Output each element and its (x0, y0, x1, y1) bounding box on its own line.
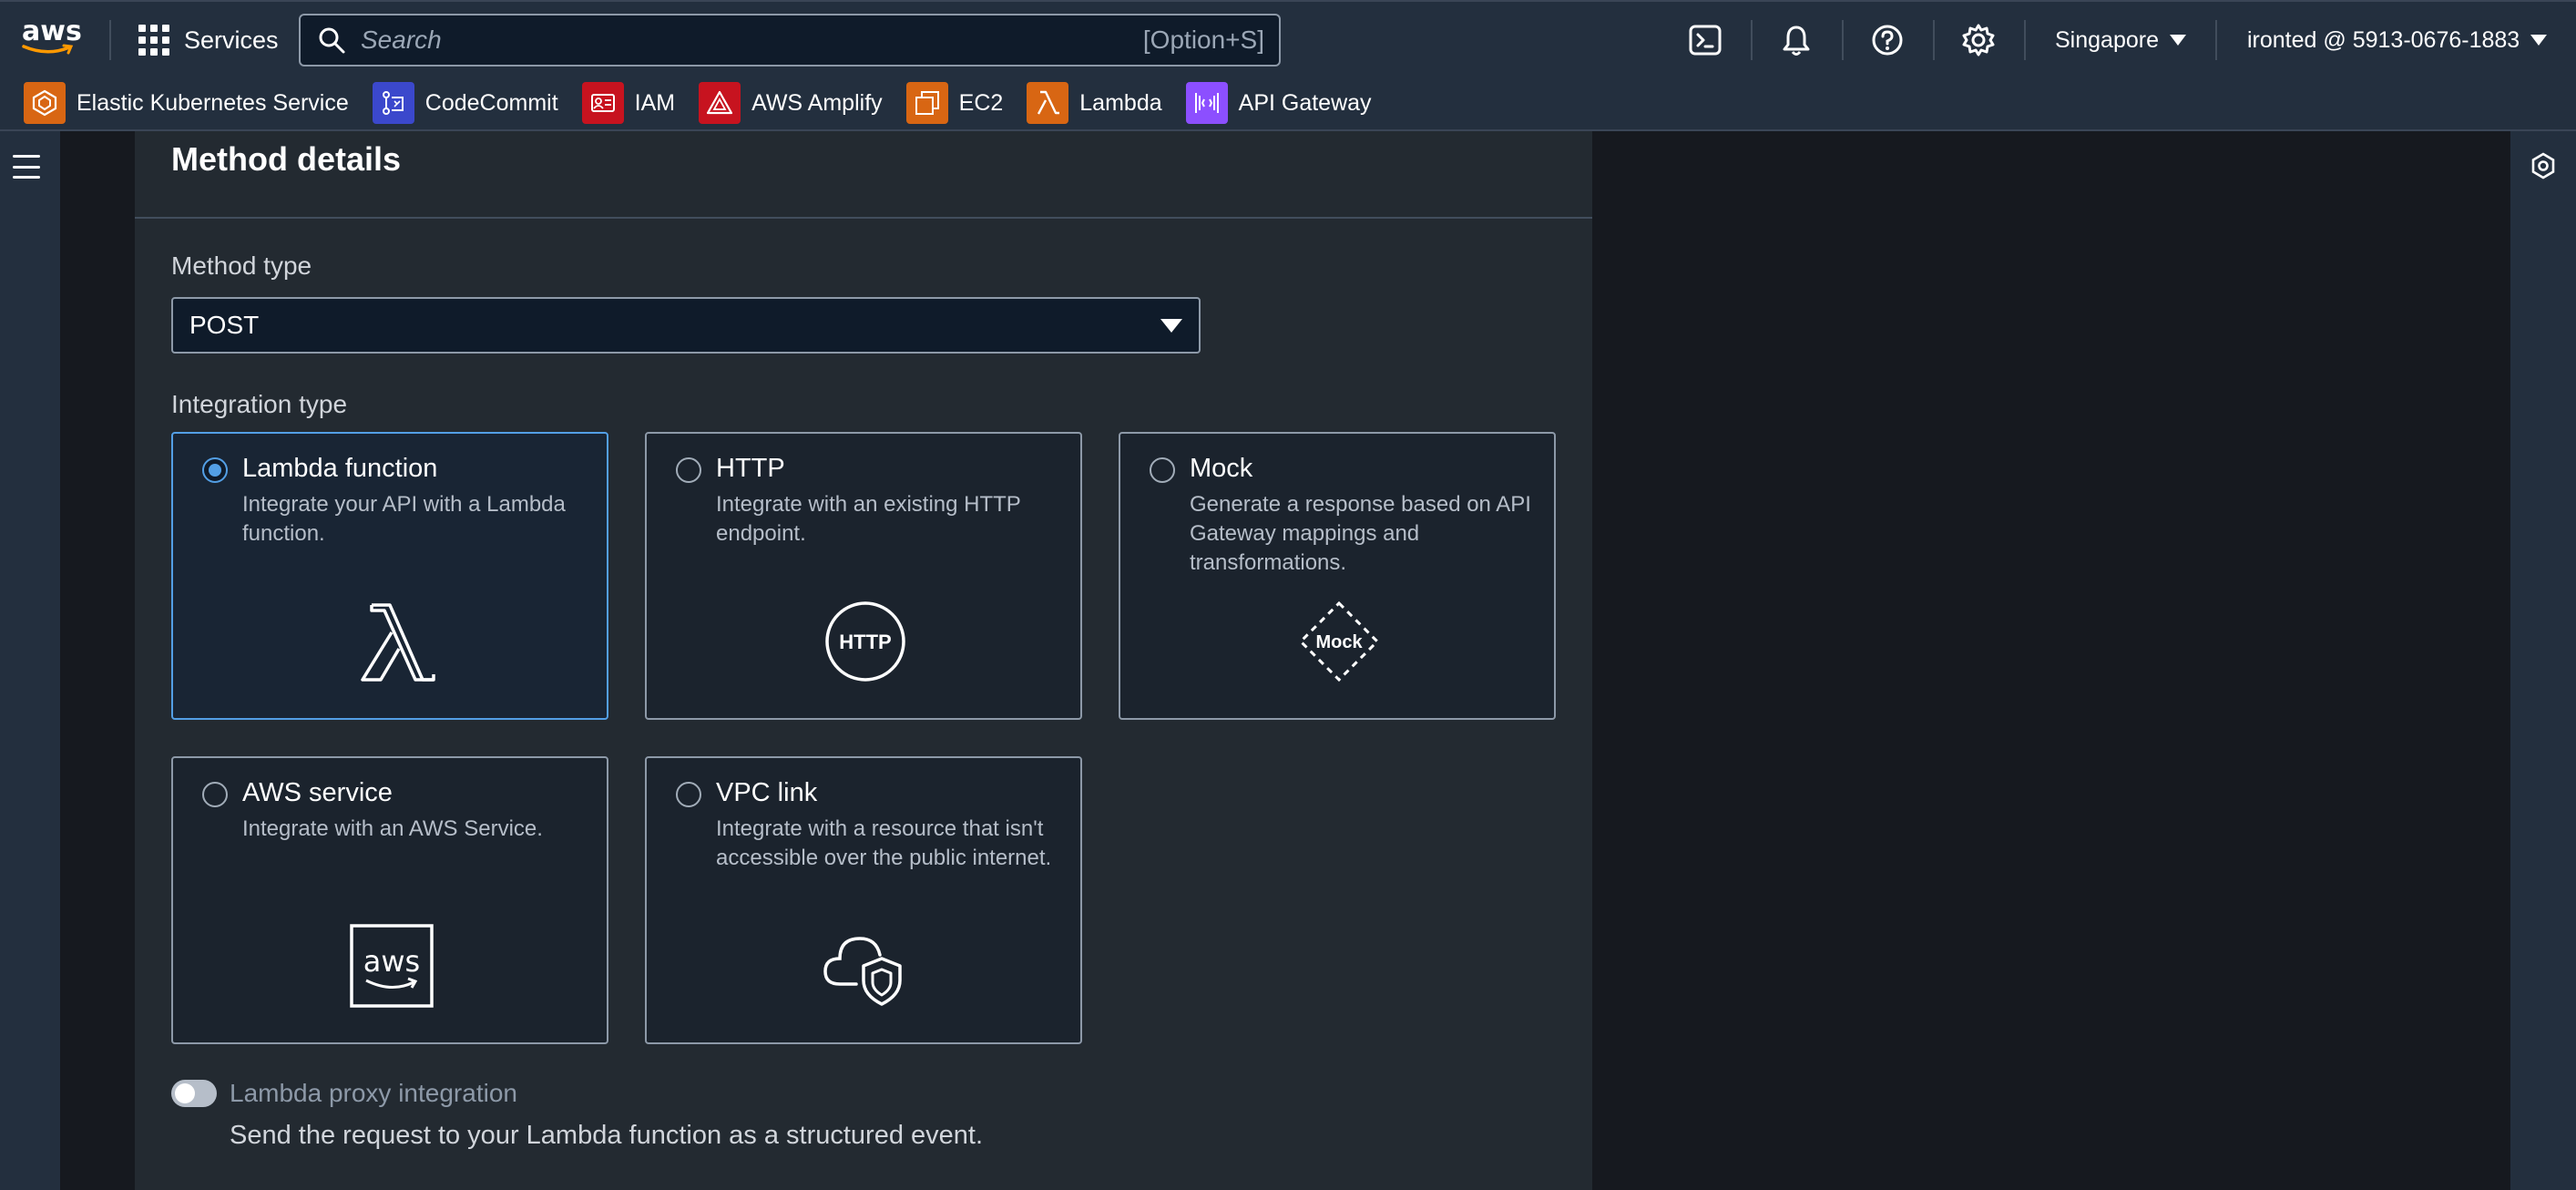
radio-button[interactable] (202, 782, 228, 807)
panel-header: Method details (135, 131, 1592, 219)
favorite-eks[interactable]: Elastic Kubernetes Service (24, 82, 349, 124)
integration-option-mock[interactable]: Mock Generate a response based on API Ga… (1119, 432, 1556, 720)
iam-icon (581, 82, 624, 124)
nav-divider (2215, 20, 2217, 60)
favorite-amplify[interactable]: AWS Amplify (699, 82, 883, 124)
ec2-icon (905, 82, 948, 124)
http-icon-text: HTTP (839, 631, 891, 653)
favorite-ec2[interactable]: EC2 (905, 82, 1004, 124)
cloudshell-icon[interactable] (1687, 22, 1723, 58)
radio-button[interactable] (1150, 457, 1175, 483)
lambda-proxy-toggle[interactable] (171, 1080, 217, 1107)
aws-logo[interactable]: aws (22, 15, 82, 62)
region-selector[interactable]: Singapore (2055, 22, 2186, 58)
lambda-proxy-label: Lambda proxy integration (230, 1079, 517, 1107)
integration-option-vpc-link[interactable]: VPC link Integrate with a resource that … (645, 756, 1082, 1044)
api-gateway-icon (1185, 82, 1228, 124)
method-type-value: POST (189, 311, 260, 339)
method-details-panel: Method details Method type POST Integrat… (135, 131, 1592, 1190)
mock-icon: Mock (1293, 596, 1385, 687)
option-title: HTTP (716, 454, 785, 483)
aws-service-icon-text: aws (363, 944, 420, 979)
amplify-icon (699, 82, 741, 124)
hamburger-menu-icon[interactable] (13, 155, 40, 179)
option-description: Generate a response based on API Gateway… (1190, 492, 1531, 575)
favorite-api-gateway[interactable]: API Gateway (1185, 82, 1372, 124)
codecommit-icon (372, 82, 414, 124)
favorite-label: Elastic Kubernetes Service (77, 89, 349, 116)
help-icon[interactable] (1869, 22, 1906, 58)
method-type-label: Method type (171, 251, 312, 280)
nav-divider (2024, 20, 2026, 60)
search-input[interactable] (361, 26, 1143, 55)
option-description: Integrate with an AWS Service. (242, 816, 543, 841)
favorite-codecommit[interactable]: CodeCommit (372, 82, 558, 124)
chevron-down-icon (2530, 35, 2548, 46)
favorite-lambda[interactable]: Lambda (1027, 82, 1162, 124)
favorite-label: AWS Amplify (751, 89, 883, 116)
aws-service-icon: aws (346, 920, 437, 1011)
integration-option-aws-service[interactable]: AWS service Integrate with an AWS Servic… (171, 756, 608, 1044)
method-type-select[interactable]: POST (171, 297, 1201, 354)
radio-button[interactable] (676, 457, 701, 483)
lambda-proxy-description: Send the request to your Lambda function… (230, 1121, 984, 1150)
integration-option-lambda[interactable]: Lambda function Integrate your API with … (171, 432, 608, 720)
vpc-cloud-shield-icon (820, 918, 911, 1010)
integration-option-http[interactable]: HTTP Integrate with an existing HTTP end… (645, 432, 1082, 720)
option-title: Lambda function (242, 454, 438, 483)
top-navigation-bar: aws Services [Option+S] (0, 0, 2576, 77)
option-title: Mock (1190, 454, 1253, 483)
favorite-label: EC2 (958, 89, 1004, 116)
services-grid-icon (138, 25, 169, 56)
option-description: Integrate your API with a Lambda functio… (242, 492, 566, 546)
search-box[interactable]: [Option+S] (299, 14, 1281, 67)
favorite-iam[interactable]: IAM (581, 82, 676, 124)
radio-button[interactable] (676, 782, 701, 807)
option-description: Integrate with an existing HTTP endpoint… (716, 492, 1021, 546)
integration-type-label: Integration type (171, 390, 348, 418)
right-tools-rail (2510, 131, 2576, 1190)
favorites-bar: Elastic Kubernetes Service CodeCommit IA… (0, 77, 2576, 131)
mock-icon-text: Mock (1315, 632, 1363, 652)
settings-gear-icon[interactable] (1960, 22, 1997, 58)
left-navigation-rail (0, 131, 62, 1190)
nav-divider (109, 20, 111, 60)
option-title: AWS service (242, 778, 393, 807)
favorite-label: CodeCommit (424, 89, 558, 116)
favorite-label: Lambda (1079, 89, 1162, 116)
lambda-icon (1027, 82, 1069, 124)
search-icon (319, 27, 345, 54)
help-panel-hexagon-icon[interactable] (2529, 151, 2558, 180)
radio-button[interactable] (202, 457, 228, 483)
notifications-bell-icon[interactable] (1778, 22, 1814, 58)
aws-logo-text: aws (22, 15, 82, 47)
account-menu[interactable]: ironted @ 5913-0676-1883 (2247, 22, 2548, 58)
nav-divider (1842, 20, 1844, 60)
region-label: Singapore (2055, 26, 2159, 53)
services-menu-button[interactable]: Services (138, 20, 279, 60)
option-description: Integrate with a resource that isn't acc… (716, 816, 1052, 870)
chevron-down-icon (2169, 35, 2186, 46)
services-label: Services (184, 26, 279, 54)
chevron-down-icon (1160, 318, 1182, 333)
nav-divider (1933, 20, 1935, 60)
search-shortcut-hint: [Option+S] (1142, 26, 1264, 54)
page-title: Method details (171, 140, 402, 178)
eks-icon (24, 82, 66, 124)
account-label: ironted @ 5913-0676-1883 (2247, 26, 2520, 53)
option-title: VPC link (716, 778, 818, 807)
http-icon: HTTP (820, 596, 911, 687)
lambda-icon (346, 598, 437, 689)
nav-divider (1751, 20, 1753, 60)
favorite-label: API Gateway (1238, 89, 1372, 116)
favorite-label: IAM (634, 89, 676, 116)
